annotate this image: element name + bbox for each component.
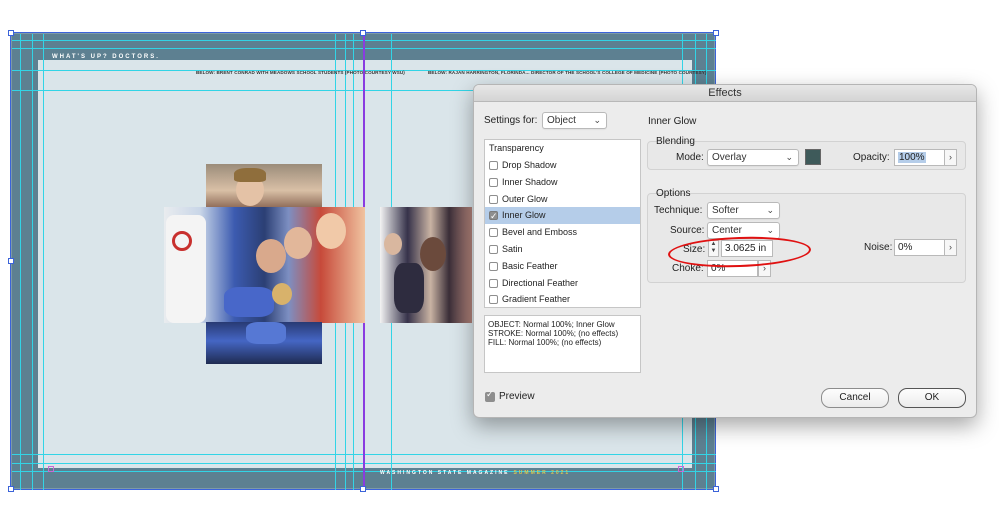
resize-handle[interactable] (360, 486, 366, 492)
effect-label: Drop Shadow (502, 160, 557, 170)
opacity-input[interactable]: 100% (894, 149, 945, 166)
effects-list: Transparency Drop Shadow Inner Shadow Oute… (484, 139, 641, 308)
options-title: Options (656, 188, 691, 199)
blending-title: Blending (656, 136, 695, 147)
effect-label: Inner Shadow (502, 176, 558, 187)
mode-label: Mode: (676, 152, 704, 163)
resize-handle[interactable] (713, 486, 719, 492)
guide-line (32, 34, 33, 490)
photo-detail (420, 237, 446, 271)
technique-value: Softer (712, 205, 739, 216)
margin-marker (48, 466, 54, 472)
photo-detail (316, 213, 346, 249)
photo-detail (394, 263, 424, 313)
effect-item[interactable]: Directional Feather (485, 275, 640, 292)
effect-item[interactable]: Gradient Feather (485, 291, 640, 308)
transparency-heading: Transparency (489, 143, 544, 153)
resize-handle[interactable] (713, 30, 719, 36)
magazine-name: WASHINGTON STATE MAGAZINE (380, 470, 510, 476)
effect-checkbox[interactable] (489, 161, 498, 170)
photo-detail (256, 239, 286, 273)
effect-item[interactable]: Bevel and Emboss (485, 224, 640, 241)
running-head: WHAT'S UP? DOCTORS. (52, 54, 160, 60)
summary-object: OBJECT: Normal 100%; Inner Glow (488, 320, 615, 329)
dialog-title[interactable]: Effects (474, 85, 976, 102)
effect-item[interactable]: Basic Feather (485, 258, 640, 275)
photo-detail (284, 227, 312, 259)
source-label: Source: (670, 225, 705, 236)
chevron-down-icon: ⌄ (785, 152, 793, 162)
ok-button[interactable]: OK (898, 388, 966, 408)
effect-label: Gradient Feather (502, 294, 571, 305)
effect-item[interactable]: Drop Shadow (485, 157, 640, 174)
photo-frame-right[interactable] (380, 207, 472, 323)
chevron-down-icon: ⌄ (766, 205, 774, 215)
technique-select[interactable]: Softer ⌄ (707, 202, 780, 219)
photo-detail (246, 322, 286, 344)
effect-checkbox[interactable] (489, 278, 498, 288)
summary-fill: FILL: Normal 100%; (no effects) (488, 338, 602, 347)
settings-for-select[interactable]: Object ⌄ (542, 112, 607, 129)
glow-color-swatch[interactable] (805, 149, 821, 165)
effect-item[interactable]: Inner Glow (485, 207, 640, 225)
effect-checkbox[interactable] (489, 245, 498, 254)
photo-detail (172, 231, 192, 251)
effect-checkbox[interactable] (489, 295, 498, 305)
effect-item[interactable]: Inner Shadow (485, 174, 640, 191)
preview-checkbox[interactable] (485, 389, 495, 402)
effect-label: Bevel and Emboss (502, 227, 578, 238)
photo-frame-top[interactable] (206, 164, 322, 208)
effect-item[interactable]: Outer Glow (485, 191, 640, 208)
effect-checkbox[interactable] (489, 177, 498, 187)
effect-checkbox[interactable] (489, 194, 498, 204)
effect-checkbox[interactable] (489, 208, 498, 225)
source-value: Center (712, 225, 743, 236)
resize-handle[interactable] (8, 30, 14, 36)
effect-label: Satin (502, 244, 523, 254)
mode-value: Overlay (712, 152, 747, 163)
settings-for-value: Object (547, 115, 576, 126)
stage: WHAT'S UP? DOCTORS. BELOW: BRENT CONRAD … (0, 0, 999, 512)
photo-detail (384, 233, 402, 255)
chevron-down-icon: ⌄ (593, 115, 601, 125)
effects-summary: OBJECT: Normal 100%; Inner Glow STROKE: … (484, 315, 641, 373)
effect-label: Basic Feather (502, 260, 558, 271)
photo-detail (272, 283, 292, 305)
photo-detail (224, 287, 274, 317)
chevron-down-icon: ⌄ (766, 225, 774, 235)
effect-label: Outer Glow (502, 193, 548, 204)
panel-title: Inner Glow (648, 116, 697, 127)
folio-footer: WASHINGTON STATE MAGAZINE SUMMER 2021 (380, 470, 570, 476)
effect-checkbox[interactable] (489, 228, 498, 238)
noise-input[interactable]: 0% (894, 239, 945, 256)
resize-handle[interactable] (360, 30, 366, 36)
opacity-value: 100% (898, 152, 926, 163)
opacity-arrow-button[interactable]: › (944, 149, 957, 166)
effect-label: Directional Feather (502, 277, 579, 288)
photo-frame-middle[interactable] (164, 207, 365, 323)
photo-frame-bottom[interactable] (206, 322, 322, 364)
noise-arrow-button[interactable]: › (944, 239, 957, 256)
guide-line (20, 34, 21, 490)
summary-stroke: STROKE: Normal 100%; (no effects) (488, 329, 619, 338)
effect-checkbox[interactable] (489, 261, 498, 271)
mode-select[interactable]: Overlay ⌄ (707, 149, 799, 166)
photo-detail (234, 168, 266, 182)
effect-label: Inner Glow (502, 210, 546, 221)
photo-caption-left: BELOW: BRENT CONRAD WITH MEADOWS SCHOOL … (196, 70, 405, 75)
opacity-label: Opacity: (853, 152, 890, 163)
resize-handle[interactable] (8, 258, 14, 264)
noise-label: Noise: (864, 242, 893, 253)
preview-label: Preview (499, 391, 535, 402)
guide-line (43, 34, 44, 490)
technique-label: Technique: (654, 205, 703, 216)
resize-handle[interactable] (8, 486, 14, 492)
settings-for-label: Settings for: (484, 115, 538, 126)
photo-caption-right: BELOW: RAJAN HARRINGTON, FLORINDA... DIR… (428, 70, 707, 75)
margin-marker (678, 466, 684, 472)
effect-item[interactable]: Satin (485, 241, 640, 258)
cancel-button[interactable]: Cancel (821, 388, 889, 408)
issue-label: SUMMER 2021 (513, 470, 571, 476)
